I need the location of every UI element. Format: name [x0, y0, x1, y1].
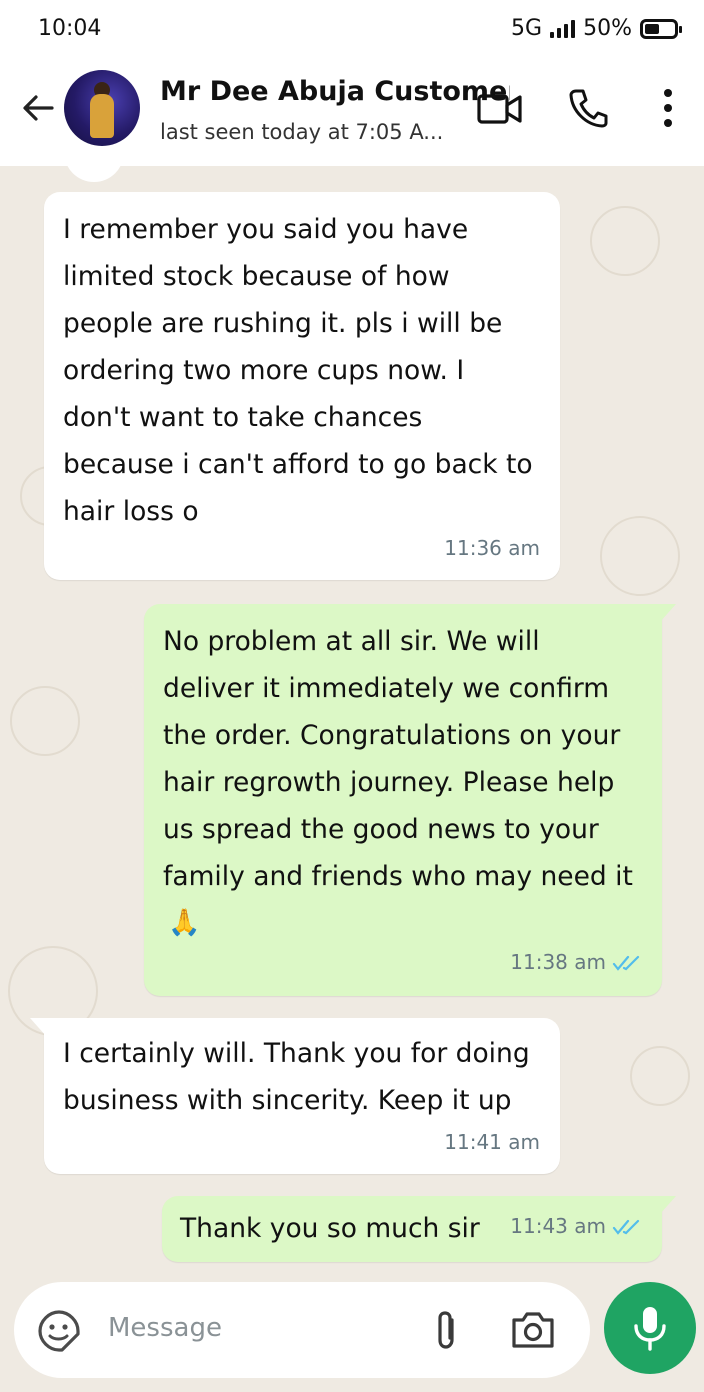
sticker-icon[interactable] [36, 1308, 82, 1354]
more-vertical-icon[interactable] [660, 86, 676, 130]
network-type: 5G [511, 16, 543, 41]
message-text: I certainly will. Thank you for doing bu… [63, 1038, 530, 1116]
last-seen-status[interactable]: last seen today at 7:05 A... [160, 120, 443, 144]
message-text: Thank you so much sir [180, 1213, 480, 1244]
signal-icon [550, 19, 576, 38]
praying-hands-emoji: 🙏 [168, 908, 201, 938]
wallpaper-doodle [590, 206, 660, 276]
message-time: 11:41 am [444, 1130, 540, 1154]
chat-header: Mr Dee Abuja Customer last seen today at… [0, 58, 704, 166]
message-bubble-outgoing[interactable]: Thank you so much sir 11:43 am [162, 1196, 676, 1262]
message-meta: 11:38 am [510, 939, 642, 986]
message-composer[interactable]: Message [14, 1282, 590, 1378]
read-receipt-icon [612, 955, 640, 971]
message-meta: 11:36 am [444, 525, 540, 572]
message-input[interactable]: Message [108, 1313, 222, 1343]
message-text: No problem at all sir. We will deliver i… [163, 626, 633, 892]
wallpaper-doodle [10, 686, 80, 756]
video-call-icon[interactable] [476, 88, 524, 128]
wallpaper-doodle [630, 1046, 690, 1106]
battery-icon [640, 18, 682, 39]
bubble-tail [660, 604, 676, 622]
sender-avatar-partial [64, 166, 124, 182]
bubble-tail [30, 1018, 46, 1036]
status-time: 10:04 [38, 16, 102, 41]
battery-percent: 50% [583, 16, 632, 41]
message-time: 11:38 am [510, 950, 606, 974]
contact-name[interactable]: Mr Dee Abuja Customer [160, 76, 510, 107]
avatar[interactable] [64, 70, 140, 146]
message-bubble-outgoing[interactable]: No problem at all sir. We will deliver i… [144, 604, 676, 996]
status-right: 5G 50% [511, 16, 682, 41]
message-time: 11:36 am [444, 536, 540, 560]
camera-icon[interactable] [508, 1308, 558, 1352]
message-meta: 11:41 am [444, 1119, 540, 1166]
mic-icon [634, 1307, 666, 1351]
chat-area[interactable]: I remember you said you have limited sto… [0, 166, 704, 1280]
message-bubble-incoming[interactable]: I certainly will. Thank you for doing bu… [30, 1018, 560, 1174]
back-arrow-icon[interactable] [18, 88, 58, 128]
phone-icon[interactable] [566, 86, 610, 130]
message-bubble-incoming[interactable]: I remember you said you have limited sto… [44, 192, 560, 580]
read-receipt-icon [612, 1219, 640, 1235]
mic-button[interactable] [604, 1282, 696, 1374]
status-bar: 10:04 5G 50% [0, 0, 704, 58]
attach-icon[interactable] [432, 1308, 462, 1354]
message-text: I remember you said you have limited sto… [63, 214, 533, 527]
wallpaper-doodle [600, 516, 680, 596]
message-meta: 11:43 am [510, 1203, 642, 1250]
bubble-tail [660, 1196, 676, 1214]
message-time: 11:43 am [510, 1214, 606, 1238]
